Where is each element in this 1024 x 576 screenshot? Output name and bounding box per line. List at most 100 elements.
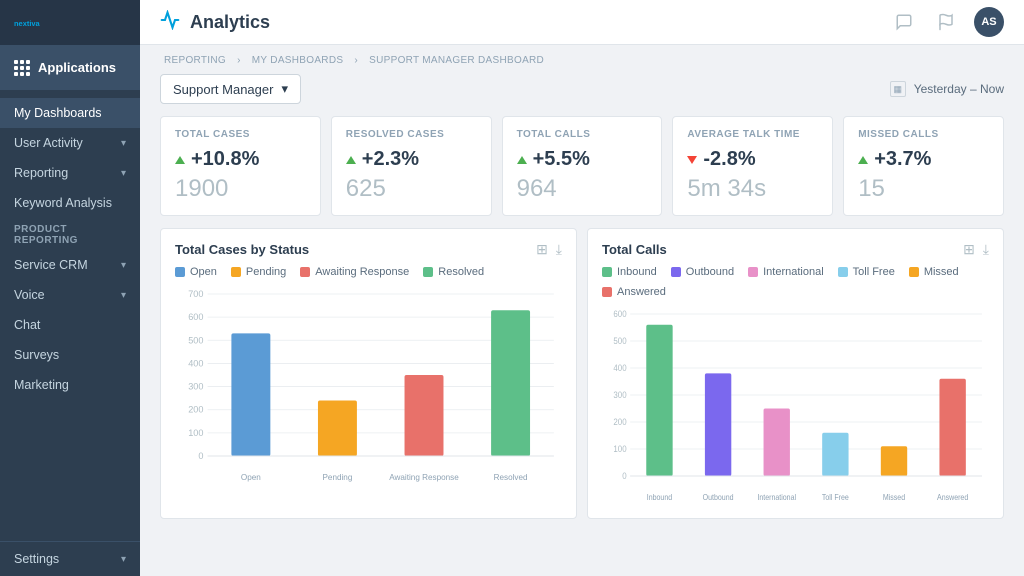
breadcrumb-sep2: › bbox=[354, 55, 358, 66]
legend-item-pending: Pending bbox=[231, 266, 286, 278]
legend-item-awaiting-response: Awaiting Response bbox=[300, 266, 409, 278]
sidebar: nextiva Applications My Dashboards User … bbox=[0, 0, 140, 576]
sidebar-item-keyword-analysis[interactable]: Keyword Analysis bbox=[0, 188, 140, 218]
chat-label: Chat bbox=[14, 318, 40, 332]
chevron-down-icon: ▾ bbox=[121, 260, 126, 271]
chart-cases-icons: ⊞ ⤓ bbox=[536, 241, 562, 258]
date-range-label: Yesterday – Now bbox=[914, 82, 1004, 96]
chevron-down-icon: ▾ bbox=[121, 554, 126, 565]
toolbar: Support Manager ▾ ▦ Yesterday – Now bbox=[160, 74, 1004, 104]
arrow-up-icon bbox=[346, 156, 356, 164]
sidebar-item-applications[interactable]: Applications bbox=[0, 45, 140, 90]
kpi-row: TOTAL CASES +10.8% 1900 RESOLVED CASES +… bbox=[160, 116, 1004, 216]
svg-text:300: 300 bbox=[188, 382, 203, 392]
svg-text:200: 200 bbox=[188, 405, 203, 415]
settings-label: Settings bbox=[14, 552, 59, 566]
chart-calls-header: Total Calls ⊞ ⤓ bbox=[602, 241, 989, 258]
kpi-change: +10.8% bbox=[175, 148, 306, 171]
legend-label: Open bbox=[190, 266, 217, 278]
svg-text:400: 400 bbox=[613, 363, 626, 374]
dashboard-selector-label: Support Manager bbox=[173, 82, 273, 97]
legend-color bbox=[671, 267, 681, 277]
kpi-change-value: +5.5% bbox=[533, 148, 590, 171]
legend-color bbox=[602, 287, 612, 297]
legend-item-missed: Missed bbox=[909, 266, 959, 278]
svg-text:400: 400 bbox=[188, 359, 203, 369]
svg-text:Resolved: Resolved bbox=[494, 473, 528, 482]
svg-text:200: 200 bbox=[613, 417, 626, 428]
kpi-change-value: +2.3% bbox=[362, 148, 419, 171]
svg-text:100: 100 bbox=[613, 444, 626, 455]
chat-icon-btn[interactable] bbox=[890, 8, 918, 36]
svg-text:0: 0 bbox=[198, 451, 203, 461]
kpi-value: 625 bbox=[346, 175, 477, 203]
svg-text:Answered: Answered bbox=[937, 493, 968, 503]
calls-chart-area: 0100200300400500600InboundOutboundIntern… bbox=[602, 306, 989, 506]
dropdown-arrow-icon: ▾ bbox=[281, 81, 288, 97]
legend-item-inbound: Inbound bbox=[602, 266, 657, 278]
calls-legend: InboundOutboundInternationalToll FreeMis… bbox=[602, 266, 989, 298]
my-dashboards-label: My Dashboards bbox=[14, 106, 102, 120]
service-crm-label: Service CRM bbox=[14, 258, 88, 272]
kpi-value: 5m 34s bbox=[687, 175, 818, 203]
bar-chart-icon[interactable]: ⊞ bbox=[536, 241, 548, 258]
flag-icon-btn[interactable] bbox=[932, 8, 960, 36]
svg-text:700: 700 bbox=[188, 289, 203, 299]
svg-text:Pending: Pending bbox=[323, 473, 353, 482]
nextiva-logo: nextiva bbox=[14, 9, 42, 37]
kpi-change-value: +3.7% bbox=[874, 148, 931, 171]
svg-text:Toll Free: Toll Free bbox=[822, 493, 849, 503]
legend-label: Inbound bbox=[617, 266, 657, 278]
applications-label: Applications bbox=[38, 60, 116, 75]
legend-label: Toll Free bbox=[853, 266, 895, 278]
avatar[interactable]: AS bbox=[974, 7, 1004, 37]
sidebar-item-service-crm[interactable]: Service CRM ▾ bbox=[0, 250, 140, 280]
header-left: Analytics bbox=[160, 10, 270, 35]
sidebar-item-marketing[interactable]: Marketing bbox=[0, 370, 140, 400]
analytics-icon bbox=[160, 10, 180, 35]
cases-legend: OpenPendingAwaiting ResponseResolved bbox=[175, 266, 562, 278]
content-area: REPORTING › MY DASHBOARDS › SUPPORT MANA… bbox=[140, 45, 1024, 576]
svg-text:nextiva: nextiva bbox=[14, 18, 41, 27]
svg-text:600: 600 bbox=[613, 309, 626, 320]
svg-text:600: 600 bbox=[188, 312, 203, 322]
legend-label: Outbound bbox=[686, 266, 734, 278]
sidebar-item-surveys[interactable]: Surveys bbox=[0, 340, 140, 370]
svg-text:Outbound: Outbound bbox=[703, 493, 734, 503]
download-icon[interactable]: ⤓ bbox=[983, 241, 989, 258]
charts-row: Total Cases by Status ⊞ ⤓ Open Pending Awa… bbox=[160, 228, 1004, 519]
keyword-analysis-label: Keyword Analysis bbox=[14, 196, 112, 210]
grid-icon bbox=[14, 60, 30, 76]
sidebar-item-settings[interactable]: Settings ▾ bbox=[0, 542, 140, 576]
kpi-title: TOTAL CASES bbox=[175, 129, 306, 140]
kpi-change: +2.3% bbox=[346, 148, 477, 171]
legend-color bbox=[300, 267, 310, 277]
date-range[interactable]: ▦ Yesterday – Now bbox=[890, 81, 1004, 97]
reporting-label: Reporting bbox=[14, 166, 68, 180]
download-icon[interactable]: ⤓ bbox=[556, 241, 562, 258]
kpi-value: 1900 bbox=[175, 175, 306, 203]
breadcrumb-reporting: REPORTING bbox=[164, 55, 226, 66]
kpi-change-value: +10.8% bbox=[191, 148, 259, 171]
arrow-up-icon bbox=[517, 156, 527, 164]
kpi-value: 964 bbox=[517, 175, 648, 203]
svg-text:500: 500 bbox=[613, 336, 626, 347]
kpi-title: RESOLVED CASES bbox=[346, 129, 477, 140]
legend-label: Answered bbox=[617, 286, 666, 298]
legend-color bbox=[423, 267, 433, 277]
sidebar-item-my-dashboards[interactable]: My Dashboards bbox=[0, 98, 140, 128]
bar-chart-icon[interactable]: ⊞ bbox=[963, 241, 975, 258]
kpi-card-resolved-cases: RESOLVED CASES +2.3% 625 bbox=[331, 116, 492, 216]
dashboard-selector[interactable]: Support Manager ▾ bbox=[160, 74, 301, 104]
kpi-change-value: -2.8% bbox=[703, 148, 755, 171]
sidebar-item-reporting[interactable]: Reporting ▾ bbox=[0, 158, 140, 188]
legend-item-answered: Answered bbox=[602, 286, 666, 298]
legend-color bbox=[748, 267, 758, 277]
legend-color bbox=[175, 267, 185, 277]
sidebar-item-voice[interactable]: Voice ▾ bbox=[0, 280, 140, 310]
kpi-change: +5.5% bbox=[517, 148, 648, 171]
sidebar-item-user-activity[interactable]: User Activity ▾ bbox=[0, 128, 140, 158]
sidebar-item-chat[interactable]: Chat bbox=[0, 310, 140, 340]
chart-cases-header: Total Cases by Status ⊞ ⤓ bbox=[175, 241, 562, 258]
kpi-change: -2.8% bbox=[687, 148, 818, 171]
